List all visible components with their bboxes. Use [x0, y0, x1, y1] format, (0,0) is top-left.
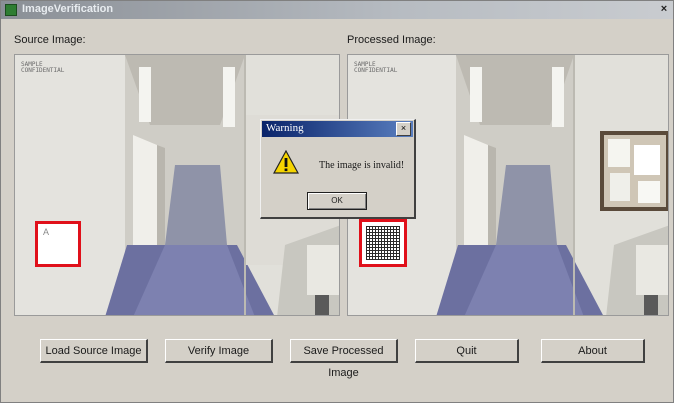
- processed-image-label: Processed Image:: [347, 34, 436, 46]
- source-mark-glyph: A: [43, 227, 50, 237]
- source-mark-highlight: A: [35, 221, 81, 267]
- load-source-image-button[interactable]: Load Source Image: [40, 339, 148, 363]
- verify-image-button[interactable]: Verify Image: [165, 339, 273, 363]
- processed-watermark-stamp: SAMPLE CONFIDENTIAL: [354, 61, 398, 74]
- app-icon: [5, 4, 17, 16]
- save-processed-image-button[interactable]: Save Processed Image: [290, 339, 398, 379]
- title-bar[interactable]: ImageVerification ×: [1, 1, 673, 19]
- warning-icon: [273, 150, 299, 174]
- about-button[interactable]: About: [541, 339, 645, 363]
- window-title: ImageVerification: [22, 3, 114, 15]
- processed-mark-highlight: [359, 219, 407, 267]
- dialog-ok-button[interactable]: OK: [306, 191, 368, 211]
- source-image-label: Source Image:: [14, 34, 86, 46]
- processed-mark-pattern: [366, 226, 400, 260]
- close-icon[interactable]: ×: [657, 2, 671, 16]
- dialog-close-icon[interactable]: ×: [396, 122, 411, 136]
- quit-button[interactable]: Quit: [415, 339, 519, 363]
- source-watermark-stamp: SAMPLE CONFIDENTIAL: [21, 61, 65, 74]
- warning-dialog: Warning × The image is invalid! OK: [260, 119, 416, 219]
- main-window: ImageVerification × Source Image: Proces…: [0, 0, 674, 403]
- dialog-message: The image is invalid!: [319, 160, 405, 171]
- dialog-title-bar[interactable]: Warning ×: [262, 121, 413, 137]
- dialog-title: Warning: [266, 122, 304, 134]
